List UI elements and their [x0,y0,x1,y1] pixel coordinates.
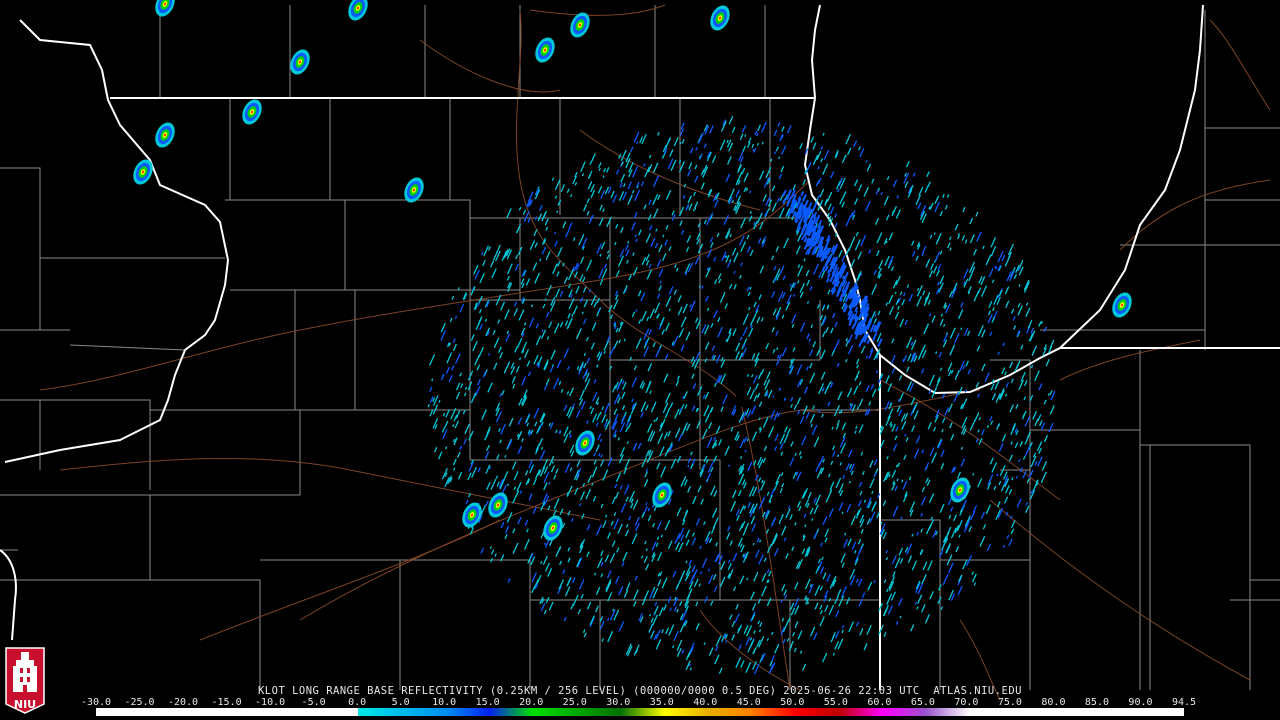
echo-streak [541,329,544,333]
echo-streak [894,291,897,295]
colorbar-label: 30.0 [606,697,631,708]
echo-streak [649,613,652,617]
echo-streak [865,355,868,359]
colorbar-segment [707,708,752,716]
echo-streak [725,640,728,643]
echo-streak [960,327,963,330]
colorbar-label: -30.0 [80,697,112,708]
colorbar-label: 5.0 [391,697,410,708]
echo-streak [899,615,902,619]
echo-streak [543,542,547,546]
echo-streak [679,141,682,145]
echo-streak [554,231,557,235]
echo-streak [487,353,491,356]
echo-streak [725,255,728,259]
colorbar-label: 65.0 [910,697,935,708]
colorbar-segment [532,708,621,716]
echo-streak [694,207,697,210]
colorbar-label: -25.0 [124,697,155,708]
colorbar-label: 55.0 [823,697,848,708]
echo-streak [687,464,690,468]
echo-streak [744,134,747,137]
echo-streak [800,236,805,241]
echo-streak [827,249,831,254]
echo-streak [885,240,888,244]
colorbar-label: 25.0 [562,697,587,708]
echo-streak [876,356,879,360]
echo-streak [752,148,755,152]
echo-streak [635,141,639,145]
colorbar-label: -20.0 [167,697,199,708]
echo-streak [842,307,847,312]
echo-streak [556,210,559,214]
colorbar-segment [882,708,927,716]
echo-streak [692,208,696,212]
colorbar-label: 60.0 [867,697,892,708]
echo-streak [602,175,605,178]
product-caption: KLOT LONG RANGE BASE REFLECTIVITY (0.25K… [257,685,1022,697]
colorbar-label: 45.0 [736,697,761,708]
colorbar-label: 70.0 [954,697,979,708]
reflectivity-colorbar [96,708,1185,716]
colorbar-segment [664,708,709,716]
echo-streak [706,478,709,482]
colorbar-label: 35.0 [649,697,674,708]
colorbar-label: 94.5 [1171,697,1197,708]
echo-streak [841,511,844,515]
echo-streak [489,546,493,549]
colorbar-segment [969,708,1185,716]
radar-map [0,0,1280,720]
colorbar-segment [445,708,490,716]
colorbar-segment [795,708,840,716]
colorbar-segment [926,708,971,716]
colorbar-label: 0.0 [348,697,367,708]
echo-streak [773,151,777,155]
colorbar-label: -10.0 [255,697,286,708]
echo-streak [849,403,852,406]
echo-streak [746,577,749,581]
echo-streak [848,480,851,484]
echo-streak [504,455,507,458]
echo-streak [972,473,975,476]
echo-streak [996,473,999,477]
echo-streak [597,309,600,312]
echo-streak [544,298,547,302]
colorbar-segment [751,708,796,716]
radar-site-marker [735,393,749,407]
echo-streak [895,464,898,468]
echo-streak [778,156,781,160]
colorbar-label: -15.0 [211,697,242,708]
echo-streak [731,199,735,203]
colorbar-label: 40.0 [693,697,718,708]
echo-streak [551,461,554,464]
echo-streak [802,196,806,201]
niu-logo: NIU [4,646,46,714]
echo-streak [612,608,615,612]
colorbar-segment [838,708,883,716]
colorbar-label: 20.0 [519,697,544,708]
colorbar-segment [620,708,665,716]
colorbar-label: 85.0 [1084,697,1109,708]
colorbar-segment [489,708,534,716]
colorbar-label: -5.0 [301,697,326,708]
echo-streak [1018,284,1021,287]
echo-streak [703,642,706,646]
echo-streak [933,232,936,236]
colorbar-label: 90.0 [1128,697,1153,708]
colorbar-label: 75.0 [997,697,1022,708]
echo-streak [811,518,814,521]
colorbar-segment [96,708,359,716]
logo-text: NIU [13,698,37,711]
colorbar-label: 50.0 [780,697,805,708]
echo-streak [752,542,755,546]
echo-streak [772,395,775,398]
colorbar-segment [358,708,447,716]
echo-streak [728,464,731,468]
colorbar-label: 80.0 [1041,697,1066,708]
colorbar-label: 15.0 [475,697,500,708]
echo-streak [581,311,584,315]
echo-streak [838,410,841,414]
colorbar-label: 10.0 [432,697,457,708]
